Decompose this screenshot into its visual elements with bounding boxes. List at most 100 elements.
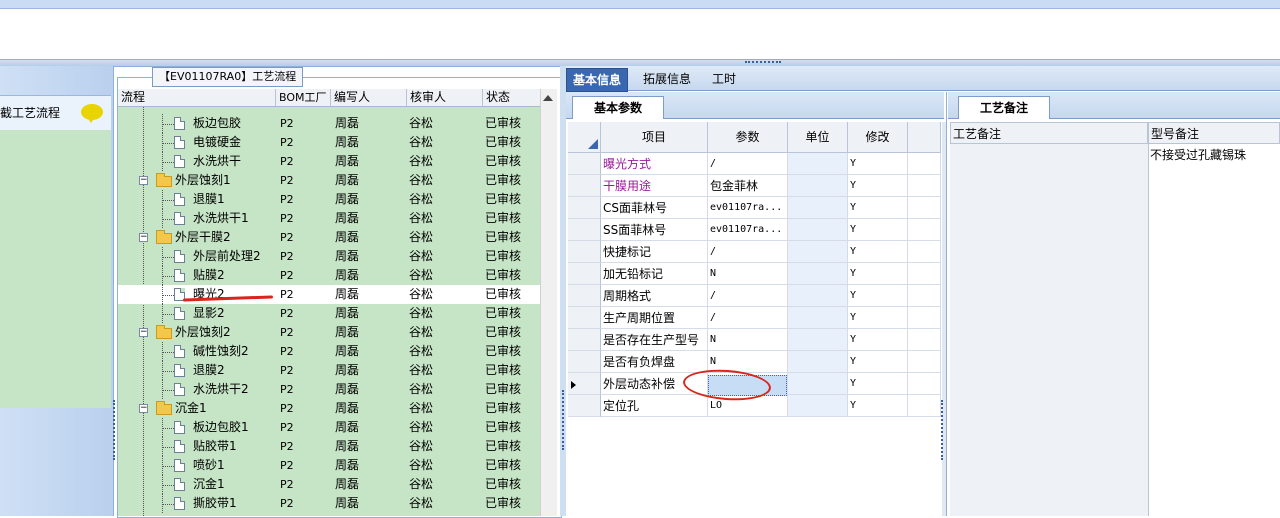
tree-scrollbar[interactable] — [540, 89, 557, 516]
grid-cell-unit[interactable] — [788, 263, 848, 285]
grid-cell-item[interactable]: 定位孔 — [601, 395, 708, 417]
collapse-icon[interactable]: − — [139, 328, 148, 337]
tree-row[interactable]: 外层前处理2 P2 周磊 谷松 已审核 — [118, 247, 540, 266]
tree-row[interactable]: 沉金1 P2 周磊 谷松 已审核 — [118, 475, 540, 494]
tree-row[interactable]: 水洗烘干1 P2 周磊 谷松 已审核 — [118, 209, 540, 228]
collapse-icon[interactable]: − — [139, 233, 148, 242]
grid-cell-value[interactable]: N — [708, 329, 788, 351]
tree-row[interactable]: 板边包胶1 P2 周磊 谷松 已审核 — [118, 418, 540, 437]
grid-cell-item[interactable]: 曝光方式 — [601, 153, 708, 175]
grid-col-item[interactable]: 项目 — [601, 122, 708, 153]
tree-row[interactable]: − 外层蚀刻2 P2 周磊 谷松 已审核 — [118, 323, 540, 342]
grid-cell-value[interactable]: / — [708, 241, 788, 263]
grid-cell-item[interactable]: SS面菲林号 — [601, 219, 708, 241]
tree-row[interactable]: − 沉金1 P2 周磊 谷松 已审核 — [118, 399, 540, 418]
tree-row[interactable]: 退膜2 P2 周磊 谷松 已审核 — [118, 361, 540, 380]
grid-cell-item[interactable]: 加无铅标记 — [601, 263, 708, 285]
model-note-value[interactable]: 不接受过孔藏锡珠 — [1150, 146, 1246, 163]
tree-row[interactable]: 碱性蚀刻2 P2 周磊 谷松 已审核 — [118, 342, 540, 361]
tree-col-writer[interactable]: 编写人 — [330, 89, 406, 106]
grid-cell-unit[interactable] — [788, 219, 848, 241]
notes-col-process[interactable]: 工艺备注 — [950, 122, 1148, 144]
grid-cell-item[interactable]: CS面菲林号 — [601, 197, 708, 219]
grid-cell-edit[interactable]: Y — [848, 351, 908, 373]
grid-col-edit[interactable]: 修改 — [848, 122, 908, 153]
grid-row[interactable]: CS面菲林号 ev01107ra... Y — [568, 197, 941, 219]
grid-cell-item[interactable]: 快捷标记 — [601, 241, 708, 263]
grid-cell-value[interactable]: / — [708, 307, 788, 329]
tree-row[interactable]: 显影2 P2 周磊 谷松 已审核 — [118, 304, 540, 323]
grid-cell-unit[interactable] — [788, 175, 848, 197]
grid-cell-edit[interactable]: Y — [848, 263, 908, 285]
notes-col-model[interactable]: 型号备注 — [1148, 122, 1280, 144]
grid-cell-edit[interactable]: Y — [848, 307, 908, 329]
grid-cell-unit[interactable] — [788, 351, 848, 373]
collapse-icon[interactable]: − — [139, 404, 148, 413]
splitter-grip-icon[interactable] — [941, 400, 946, 460]
tab-process-notes[interactable]: 工艺备注 — [958, 96, 1050, 119]
grid-cell-edit[interactable]: Y — [848, 219, 908, 241]
grid-cell-item[interactable]: 干膜用途 — [601, 175, 708, 197]
grid-row[interactable]: 快捷标记 / Y — [568, 241, 941, 263]
grid-row[interactable]: 生产周期位置 / Y — [568, 307, 941, 329]
tree-row[interactable]: − 外层蚀刻1 P2 周磊 谷松 已审核 — [118, 171, 540, 190]
grid-cell-edit[interactable]: Y — [848, 175, 908, 197]
collapse-icon[interactable]: − — [139, 176, 148, 185]
grid-cell-item[interactable]: 周期格式 — [601, 285, 708, 307]
tree-row[interactable]: − 外层干膜2 P2 周磊 谷松 已审核 — [118, 228, 540, 247]
grid-row[interactable]: 是否存在生产型号 N Y — [568, 329, 941, 351]
tree-row[interactable]: 电镀硬金 P2 周磊 谷松 已审核 — [118, 133, 540, 152]
tree-row[interactable]: 退膜1 P2 周磊 谷松 已审核 — [118, 190, 540, 209]
tab-extended-info[interactable]: 拓展信息 — [637, 68, 697, 90]
grid-cell-unit[interactable] — [788, 241, 848, 263]
grid-cell-edit[interactable]: Y — [848, 395, 908, 417]
select-all-icon[interactable] — [588, 139, 598, 149]
scroll-up-arrow-icon[interactable] — [543, 95, 553, 101]
grid-cell-value[interactable]: N — [708, 263, 788, 285]
grid-col-value[interactable]: 参数 — [708, 122, 788, 153]
tree-col-bom[interactable]: BOM工厂 — [275, 89, 330, 106]
grid-cell-edit[interactable]: Y — [848, 153, 908, 175]
tree-row[interactable]: 贴膜2 P2 周磊 谷松 已审核 — [118, 266, 540, 285]
grid-cell-value[interactable]: / — [708, 285, 788, 307]
tree-col-flow[interactable]: 流程 — [118, 89, 275, 106]
grid-cell-unit[interactable] — [788, 329, 848, 351]
grid-cell-edit[interactable]: Y — [848, 197, 908, 219]
grid-cell-edit[interactable]: Y — [848, 329, 908, 351]
grid-cell-value[interactable]: 包金菲林 — [708, 175, 788, 197]
grid-cell-unit[interactable] — [788, 285, 848, 307]
grid-cell-edit[interactable]: Y — [848, 241, 908, 263]
grid-cell-unit[interactable] — [788, 197, 848, 219]
grid-cell-value[interactable]: ev01107ra... — [708, 197, 788, 219]
grid-row[interactable]: 干膜用途 包金菲林 Y — [568, 175, 941, 197]
grid-row[interactable]: 周期格式 / Y — [568, 285, 941, 307]
tree-row[interactable]: 板边包胶 P2 周磊 谷松 已审核 — [118, 114, 540, 133]
grid-cell-unit[interactable] — [788, 153, 848, 175]
tab-basic-params[interactable]: 基本参数 — [572, 96, 664, 119]
tree-row[interactable]: 水洗烘干2 P2 周磊 谷松 已审核 — [118, 380, 540, 399]
tree-col-reviewer[interactable]: 核审人 — [406, 89, 482, 106]
tree-row[interactable]: 曝光2 P2 周磊 谷松 已审核 — [118, 285, 540, 304]
grid-col-unit[interactable]: 单位 — [788, 122, 848, 153]
grid-cell-item[interactable]: 是否有负焊盘 — [601, 351, 708, 373]
grid-cell-value[interactable]: ev01107ra... — [708, 219, 788, 241]
tree-row[interactable]: 贴胶带1 P2 周磊 谷松 已审核 — [118, 437, 540, 456]
grid-row[interactable]: 曝光方式 / Y — [568, 153, 941, 175]
grid-cell-unit[interactable] — [788, 395, 848, 417]
grid-row[interactable]: SS面菲林号 ev01107ra... Y — [568, 219, 941, 241]
grid-cell-edit[interactable]: Y — [848, 285, 908, 307]
tree-row[interactable]: 水洗烘干 P2 周磊 谷松 已审核 — [118, 152, 540, 171]
tree-row[interactable]: 喷砂1 P2 周磊 谷松 已审核 — [118, 456, 540, 475]
grid-cell-item[interactable]: 是否存在生产型号 — [601, 329, 708, 351]
grid-cell-edit[interactable]: Y — [848, 373, 908, 395]
tree-col-status[interactable]: 状态 — [482, 89, 540, 106]
grid-cell-item[interactable]: 生产周期位置 — [601, 307, 708, 329]
tab-basic-info[interactable]: 基本信息 — [566, 68, 629, 92]
tab-work-hours[interactable]: 工时 — [706, 68, 742, 90]
grid-cell-value[interactable]: / — [708, 153, 788, 175]
grid-row[interactable]: 加无铅标记 N Y — [568, 263, 941, 285]
grid-cell-unit[interactable] — [788, 307, 848, 329]
tree-row[interactable]: 撕胶带1 P2 周磊 谷松 已审核 — [118, 494, 540, 513]
chat-bubble-icon[interactable] — [81, 104, 103, 123]
grid-cell-unit[interactable] — [788, 373, 848, 395]
